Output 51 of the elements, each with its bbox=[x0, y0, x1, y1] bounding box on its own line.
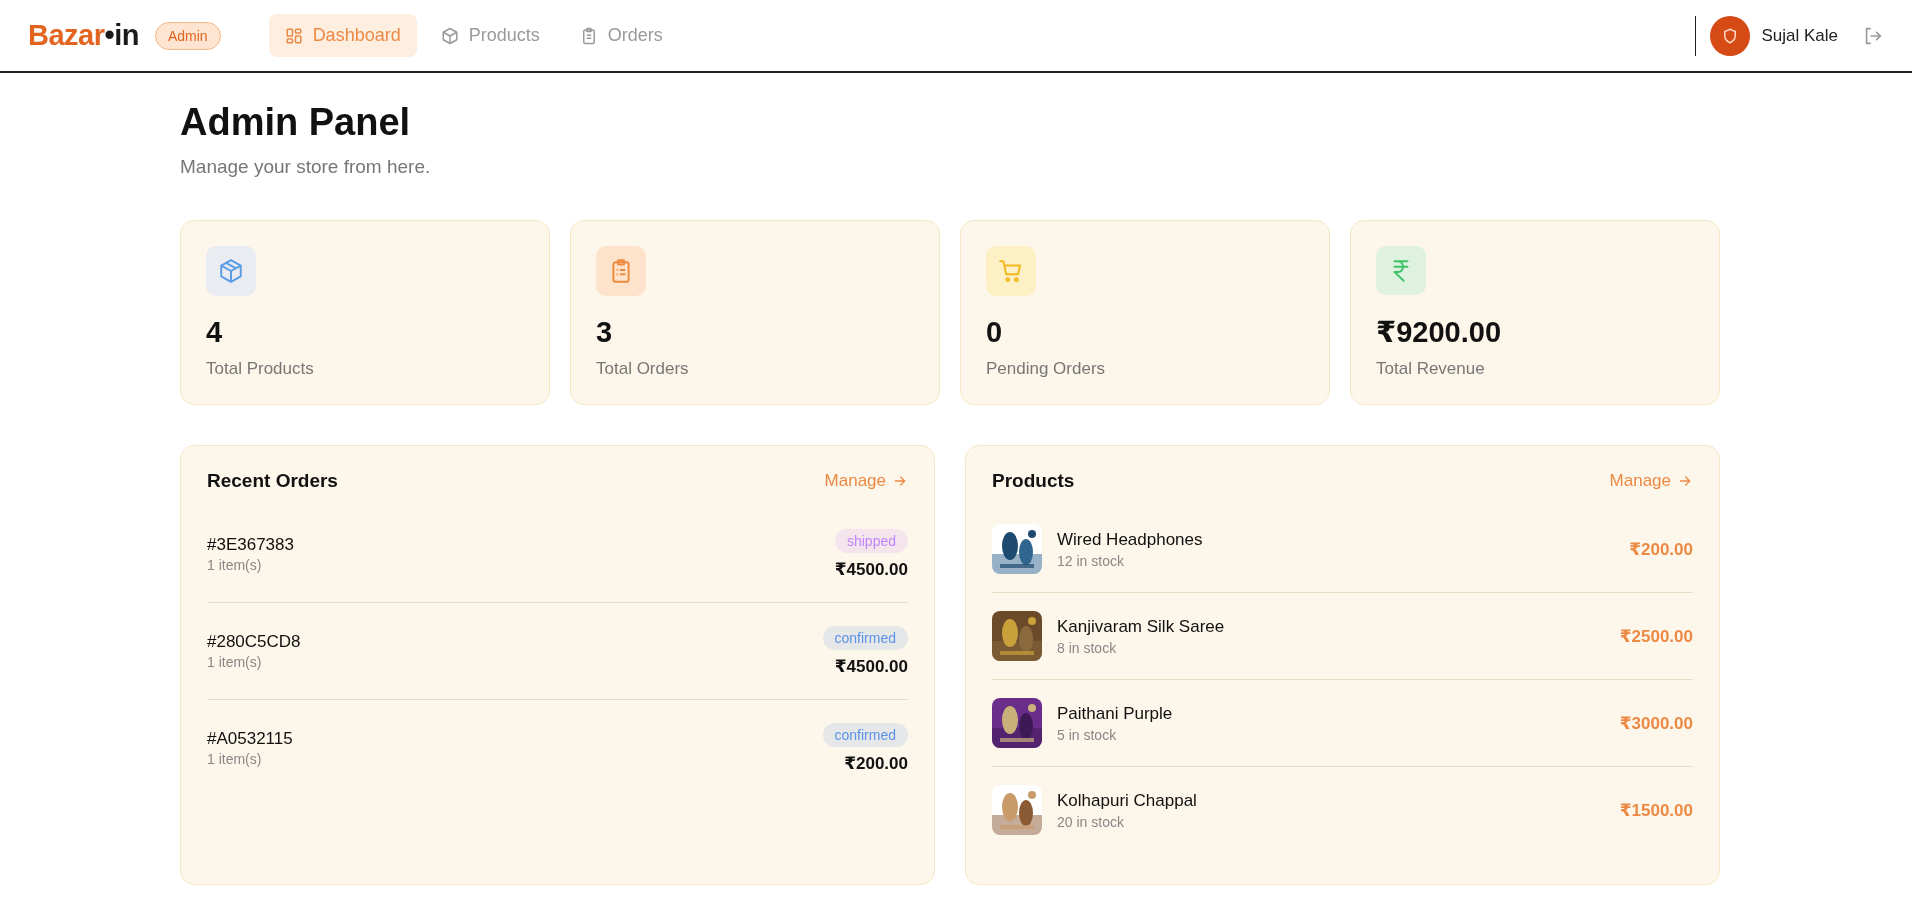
product-name: Wired Headphones bbox=[1057, 529, 1204, 550]
stock-count: 5 in stock bbox=[1057, 726, 1118, 743]
panel-title: Products bbox=[992, 470, 1075, 492]
stat-label: Pending Orders bbox=[986, 359, 1106, 379]
order-id: #280C5CD8 bbox=[207, 632, 301, 652]
stock-count: 12 in stock bbox=[1057, 552, 1125, 569]
order-total: ₹4500.00 bbox=[834, 655, 908, 677]
item-count: 1 item(s) bbox=[207, 751, 263, 767]
status-badge: confirmed bbox=[822, 625, 908, 650]
stat-value: 4 bbox=[206, 316, 223, 349]
order-total: ₹200.00 bbox=[844, 752, 908, 774]
arrow-icon bbox=[1677, 473, 1693, 489]
item-count: 1 item(s) bbox=[207, 654, 263, 670]
product-name: Kanjivaram Silk Saree bbox=[1057, 616, 1226, 637]
cart-icon bbox=[998, 258, 1024, 284]
product-name: Paithani Purple bbox=[1057, 703, 1174, 724]
manage-link[interactable]: Manage bbox=[824, 471, 908, 491]
role-badge: Admin bbox=[154, 21, 221, 50]
product-price: ₹3000.00 bbox=[1619, 712, 1693, 734]
stat-value: ₹9200.00 bbox=[1376, 315, 1501, 349]
stock-count: 8 in stock bbox=[1057, 639, 1118, 656]
order-id: #3E367383 bbox=[207, 535, 294, 555]
stat-label: Total Products bbox=[206, 359, 314, 379]
product-price: ₹200.00 bbox=[1629, 538, 1693, 560]
item-count: 1 item(s) bbox=[207, 557, 263, 573]
arrow-icon bbox=[892, 473, 908, 489]
grid-icon bbox=[284, 26, 303, 45]
nav-tab[interactable]: Orders bbox=[563, 14, 679, 57]
product-price: ₹2500.00 bbox=[1619, 625, 1693, 647]
manage-link[interactable]: Manage bbox=[1609, 471, 1693, 491]
order-id: #A0532115 bbox=[207, 729, 293, 749]
status-badge: confirmed bbox=[822, 722, 908, 747]
stat-label: Total Orders bbox=[596, 359, 689, 379]
stat-value: 3 bbox=[596, 316, 613, 349]
product-name: Kolhapuri Chappal bbox=[1057, 790, 1198, 811]
page-subtitle: Manage your store from here. bbox=[180, 156, 432, 178]
nav-tab[interactable]: Dashboard bbox=[268, 14, 417, 57]
panel-title: Recent Orders bbox=[207, 470, 338, 492]
stat-label: Total Revenue bbox=[1376, 359, 1485, 379]
nav-tab[interactable]: Products bbox=[424, 14, 556, 57]
order-total: ₹4500.00 bbox=[834, 558, 908, 580]
stock-count: 20 in stock bbox=[1057, 813, 1125, 830]
user-name: Sujal Kale bbox=[1761, 25, 1838, 46]
status-badge: shipped bbox=[834, 528, 908, 553]
stat-value: 0 bbox=[986, 316, 1003, 349]
avatar[interactable] bbox=[1710, 15, 1751, 56]
product-price: ₹1500.00 bbox=[1619, 799, 1693, 821]
page-title: Admin Panel bbox=[180, 101, 412, 144]
box-icon bbox=[440, 26, 459, 45]
logo[interactable]: Bazar•in bbox=[28, 19, 139, 52]
box-icon bbox=[218, 258, 244, 284]
